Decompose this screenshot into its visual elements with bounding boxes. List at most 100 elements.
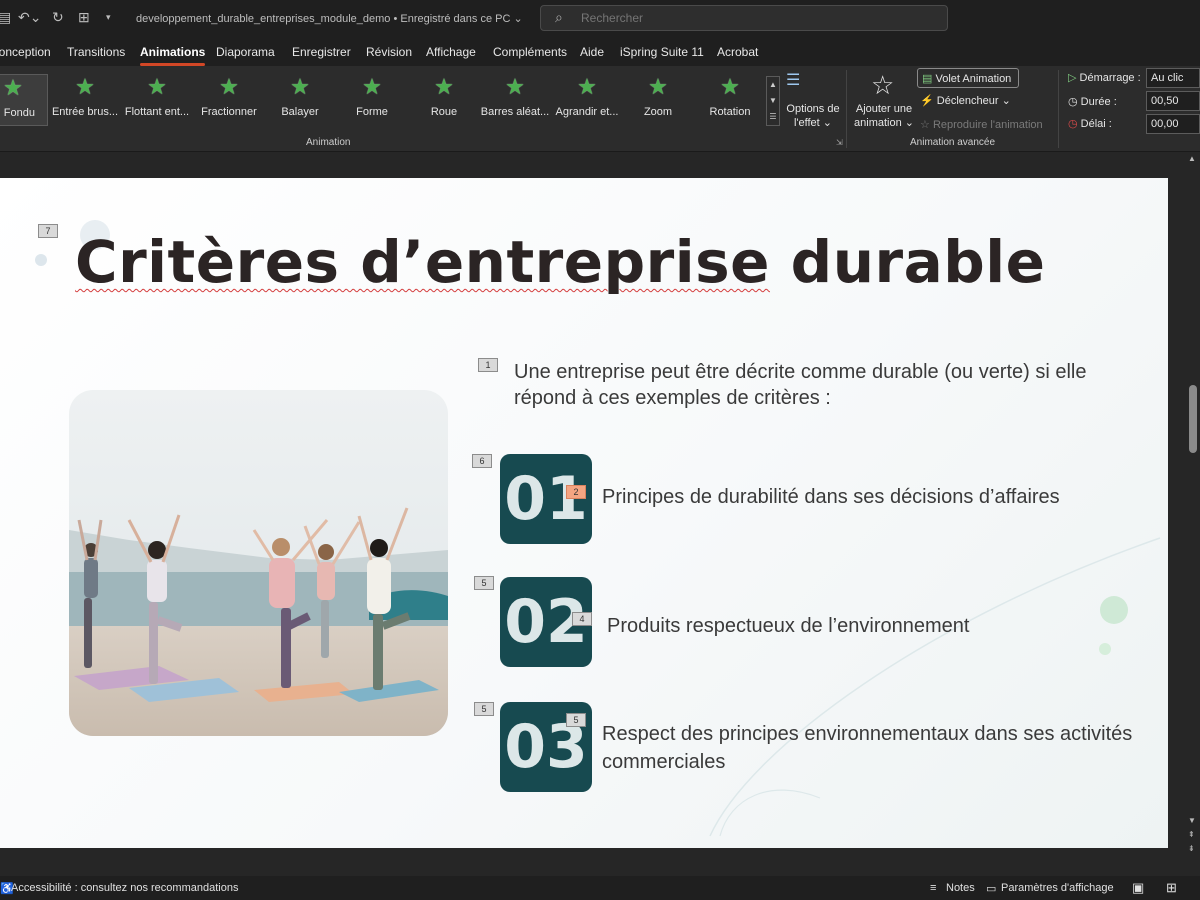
duration-row: ◷ Durée : (1068, 95, 1117, 108)
animation-pane-label: Volet Animation (935, 73, 1012, 85)
effect-flottant-entrant[interactable]: ★ Flottant ent... (122, 74, 192, 126)
start-select[interactable] (1146, 68, 1200, 88)
star-icon: ★ (147, 74, 167, 99)
display-settings-button[interactable]: Paramètres d'affichage (1001, 882, 1114, 894)
scroll-up-icon[interactable]: ▲ (1188, 154, 1196, 163)
effect-label: Flottant ent... (124, 106, 190, 118)
effect-entree-brusque[interactable]: ★ Entrée brus... (50, 74, 120, 126)
customize-toolbar-icon[interactable]: ▾ (106, 12, 111, 23)
trigger-button[interactable]: ⚡ Déclencheur ⌄ (920, 94, 1011, 107)
effect-agrandir[interactable]: ★ Agrandir et... (552, 74, 622, 126)
accessibility-status[interactable]: Accessibilité : consultez nos recommanda… (11, 882, 238, 894)
ribbon-tabs: Conception Transitions Animations Diapor… (0, 38, 1200, 66)
animation-tag[interactable]: 5 (474, 576, 494, 590)
title-bar: ▤ ↶⌄ ↻ ⊞ ▾ developpement_durable_entrepr… (0, 0, 1200, 38)
normal-view-icon[interactable]: ▣ (1132, 880, 1144, 896)
effect-barres-aleatoires[interactable]: ★ Barres aléat... (480, 74, 550, 126)
undo-icon[interactable]: ↶⌄ (18, 9, 41, 26)
intro-text[interactable]: Une entreprise peut être décrite comme d… (514, 359, 1114, 411)
slide-canvas[interactable]: 7 Critères d’entreprise durable 1 Une en… (0, 178, 1168, 848)
previous-slide-icon[interactable]: ⇞ (1188, 830, 1195, 839)
tab-ispring[interactable]: iSpring Suite 11 (620, 45, 704, 59)
animation-tag[interactable]: 1 (478, 358, 498, 372)
star-icon: ★ (3, 75, 23, 100)
delay-label: Délai : (1080, 118, 1112, 130)
ribbon-separator (846, 70, 847, 148)
notes-icon: ≡ (930, 882, 937, 894)
advanced-group-label: Animation avancée (910, 137, 996, 148)
duration-input[interactable] (1146, 91, 1200, 111)
decorative-arc (709, 537, 1161, 837)
dialog-launcher-icon[interactable]: ⇲ (836, 138, 843, 147)
effect-label: Barres aléat... (480, 106, 550, 118)
effect-fondu[interactable]: ★ Fondu (0, 74, 48, 126)
animation-group-label: Animation (306, 137, 351, 148)
effect-options-button[interactable]: Options de l'effet ⌄ (786, 102, 840, 130)
criterion-text[interactable]: Produits respectueux de l’environnement (607, 612, 1147, 640)
tab-acrobat[interactable]: Acrobat (717, 45, 758, 59)
animation-tag[interactable]: 5 (566, 713, 586, 727)
tab-aide[interactable]: Aide (580, 45, 604, 59)
search-input[interactable] (581, 11, 881, 25)
animation-pane-button[interactable]: ▤ Volet Animation (917, 68, 1019, 88)
tab-conception[interactable]: Conception (0, 45, 51, 59)
effect-roue[interactable]: ★ Roue (409, 74, 479, 126)
animation-tag[interactable]: 5 (474, 702, 494, 716)
effect-balayer[interactable]: ★ Balayer (265, 74, 335, 126)
next-slide-icon[interactable]: ⇟ (1188, 844, 1195, 853)
effect-options-label-1: Options de (786, 103, 840, 115)
yoga-beach-photo[interactable] (69, 390, 448, 736)
animation-tag[interactable]: 4 (572, 612, 592, 626)
document-title[interactable]: developpement_durable_entreprises_module… (136, 12, 523, 25)
effect-fractionner[interactable]: ★ Fractionner (194, 74, 264, 126)
effect-forme[interactable]: ★ Forme (337, 74, 407, 126)
ribbon: ★ Fondu ★ Entrée brus... ★ Flottant ent.… (0, 66, 1200, 152)
presenter-icon[interactable]: ⊞ (78, 9, 90, 26)
title-text: durable (769, 228, 1046, 296)
play-icon: ▷ (1068, 72, 1077, 84)
tab-revision[interactable]: Révision (366, 45, 412, 59)
slide-title[interactable]: Critères d’entreprise durable (75, 228, 1045, 296)
criterion-text[interactable]: Respect des principes environnementaux d… (602, 720, 1142, 776)
gallery-scroll-buttons[interactable]: ▲ ▼ ☰ (766, 76, 780, 126)
star-icon: ★ (648, 74, 668, 99)
search-box[interactable]: ⌕ (540, 5, 948, 31)
search-icon: ⌕ (555, 9, 563, 25)
slide-sorter-icon[interactable]: ⊞ (1166, 880, 1177, 896)
delay-input[interactable] (1146, 114, 1200, 134)
redo-icon[interactable]: ↻ (52, 9, 64, 26)
effect-zoom[interactable]: ★ Zoom (623, 74, 693, 126)
tab-animations[interactable]: Animations (140, 45, 206, 66)
notes-button[interactable]: Notes (946, 882, 975, 894)
animation-painter-button[interactable]: ☆ Reproduire l'animation (920, 118, 1043, 131)
effect-label: Roue (430, 106, 458, 118)
effect-label: Rotation (709, 106, 751, 118)
vertical-scrollbar[interactable]: ▲ ▼ ⇞ ⇟ (1186, 152, 1200, 876)
scroll-down-icon[interactable]: ▼ (1188, 816, 1196, 825)
animation-tag[interactable]: 2 (566, 485, 586, 499)
effect-rotation[interactable]: ★ Rotation (695, 74, 765, 126)
save-icon[interactable]: ▤ (0, 9, 11, 26)
animation-painter-label: Reproduire l'animation (932, 119, 1043, 131)
criterion-number-box[interactable]: 01 (500, 454, 592, 544)
effect-label: Agrandir et... (555, 106, 619, 118)
criterion-text[interactable]: Principes de durabilité dans ses décisio… (602, 483, 1142, 511)
animation-tag[interactable]: 6 (472, 454, 492, 468)
start-row: ▷ Démarrage : (1068, 71, 1141, 84)
tab-enregistrer[interactable]: Enregistrer (292, 45, 351, 59)
scrollbar-thumb[interactable] (1189, 385, 1197, 453)
animation-painter-icon: ☆ (920, 119, 930, 131)
star-icon: ★ (290, 74, 310, 99)
effect-label: Fractionner (201, 106, 257, 118)
star-icon: ★ (219, 74, 239, 99)
add-animation-button[interactable]: Ajouter une animation ⌄ (852, 102, 916, 130)
tab-transitions[interactable]: Transitions (67, 45, 125, 59)
effect-label: Balayer (281, 106, 319, 118)
display-settings-icon: ▭ (986, 883, 997, 895)
tab-affichage[interactable]: Affichage (426, 45, 476, 59)
tab-complements[interactable]: Compléments (493, 45, 567, 59)
animation-tag[interactable]: 7 (38, 224, 58, 238)
animation-pane-icon: ▤ (922, 73, 933, 85)
effect-options-icon: ☰ (786, 72, 801, 89)
tab-diaporama[interactable]: Diaporama (216, 45, 275, 59)
